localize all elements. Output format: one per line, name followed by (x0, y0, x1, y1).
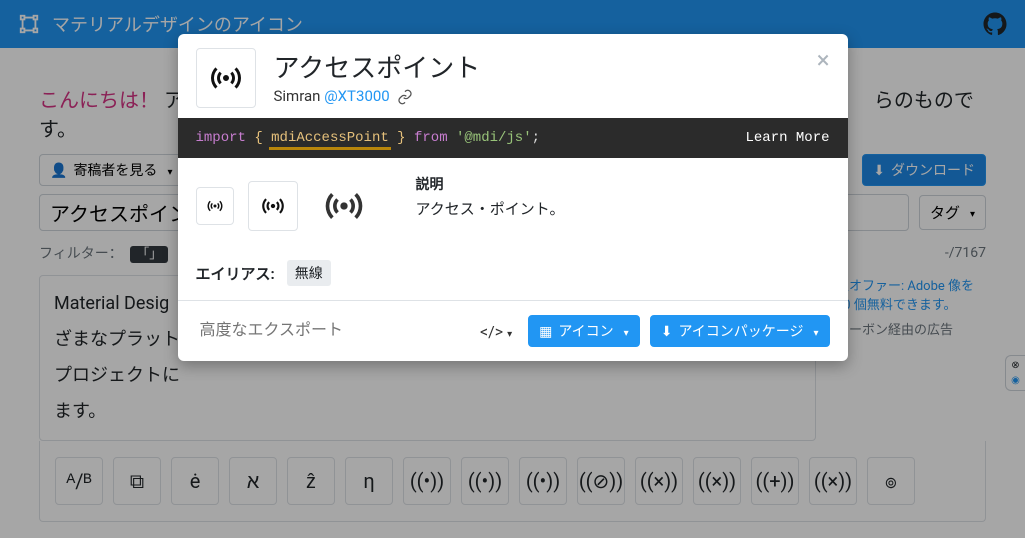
close-icon[interactable]: × (817, 48, 830, 72)
alias-chip[interactable]: 無線 (287, 260, 331, 286)
size-preview-medium[interactable] (248, 181, 298, 231)
code-keyword: from (414, 130, 448, 146)
chevron-down-icon (620, 323, 629, 339)
modal-author: Simran @XT3000 (274, 87, 799, 105)
file-download-icon: ▦ (539, 323, 552, 340)
description-label: 説明 (416, 174, 565, 194)
code-semi: ; (532, 130, 540, 146)
package-download-icon: ⬇ (661, 323, 673, 340)
icon-detail-modal: アクセスポイント Simran @XT3000 × import { (178, 34, 848, 361)
link-icon[interactable] (397, 87, 413, 105)
modal-overlay[interactable]: アクセスポイント Simran @XT3000 × import { (0, 0, 1025, 538)
code-string: '@mdi/js' (456, 130, 532, 146)
size-preview-small[interactable] (196, 187, 234, 225)
icon-package-button[interactable]: ⬇ アイコンパッケージ (650, 315, 830, 347)
code-identifier: mdiAccessPoint (271, 130, 389, 146)
learn-more-link[interactable]: Learn More (745, 130, 829, 146)
size-previews (196, 174, 376, 238)
code-brace: } (397, 130, 405, 146)
icon-package-label: アイコンパッケージ (678, 321, 803, 341)
code-brace: { (254, 130, 262, 146)
size-preview-large[interactable] (312, 174, 376, 238)
description-value: アクセス・ポイント。 (416, 198, 565, 219)
import-code-snippet[interactable]: import { mdiAccessPoint } from '@mdi/js'… (178, 118, 848, 158)
chevron-down-icon (809, 323, 818, 339)
modal-title: アクセスポイント (274, 48, 799, 85)
icon-download-button[interactable]: ▦ アイコン (528, 315, 640, 347)
author-handle-link[interactable]: @XT3000 (324, 87, 390, 105)
alias-label: エイリアス: (196, 263, 275, 284)
code-toggle-button[interactable]: </> (474, 318, 518, 345)
icon-download-label: アイコン (558, 321, 613, 341)
code-keyword: import (196, 130, 246, 146)
icon-preview-large (196, 48, 256, 108)
advanced-export-input[interactable] (196, 316, 446, 346)
author-name: Simran (274, 87, 321, 105)
access-point-icon (208, 60, 244, 96)
